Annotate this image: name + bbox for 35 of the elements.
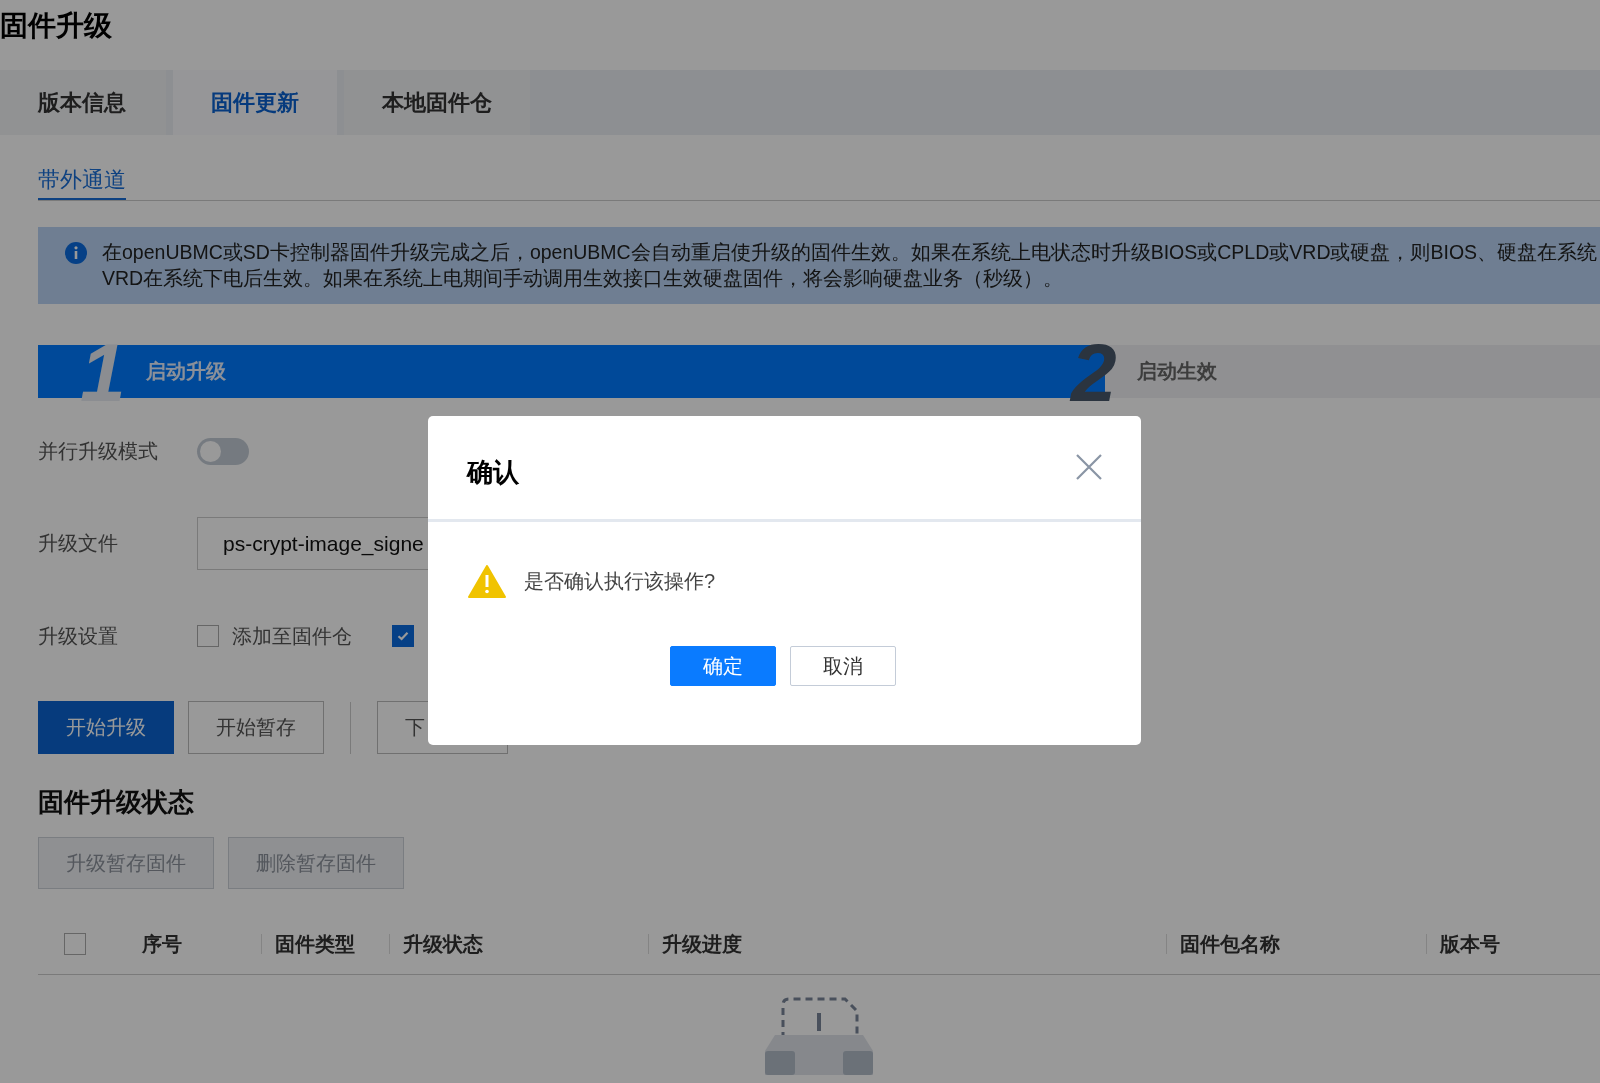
start-upgrade-button[interactable]: 开始升级 bbox=[38, 701, 174, 754]
notice-text: 在openUBMC或SD卡控制器固件升级完成之后，openUBMC会自动重启使升级的固件生效。如果在系统上电状态时升级BIOS或CPLD或VRD或硬盘，则BIOS、硬盘在系统 bbox=[102, 240, 1598, 265]
cancel-button[interactable]: 取消 bbox=[789, 646, 896, 686]
check-icon bbox=[396, 629, 410, 643]
select-all-checkbox[interactable] bbox=[64, 933, 86, 955]
sub-tab[interactable]: 带外通道 bbox=[38, 165, 126, 200]
tab[interactable]: 本地固件仓 bbox=[344, 70, 530, 135]
field-label: 升级设置 bbox=[38, 623, 119, 649]
step-label: 启动生效 bbox=[1136, 359, 1217, 384]
confirm-button[interactable]: 确定 bbox=[669, 646, 776, 686]
column-header: 固件包名称 bbox=[1166, 934, 1426, 954]
dialog-message: 是否确认执行该操作? bbox=[524, 569, 716, 594]
toggle-switch[interactable] bbox=[197, 437, 249, 465]
notice-text: VRD在系统下电后生效。如果在系统上电期间手动调用生效接口生效硬盘固件，将会影响硬盘业务（秒级）。 bbox=[102, 266, 1065, 291]
field-label: 并行升级模式 bbox=[38, 438, 159, 464]
column-header: 版本号 bbox=[1426, 934, 1600, 954]
column-header: 升级状态 bbox=[389, 934, 648, 954]
page-title: 固件升级 bbox=[0, 9, 113, 43]
tab[interactable]: 版本信息 bbox=[0, 70, 166, 135]
step-number: 1 bbox=[80, 340, 126, 406]
step-label: 启动升级 bbox=[145, 359, 226, 384]
tab[interactable]: 固件更新 bbox=[173, 70, 337, 135]
column-header: 序号 bbox=[141, 934, 183, 954]
checkbox-label: 添加至固件仓 bbox=[232, 623, 352, 649]
close-icon[interactable] bbox=[1076, 453, 1102, 480]
dialog-title: 确认 bbox=[467, 456, 519, 489]
column-header: 固件类型 bbox=[261, 934, 389, 954]
field-label: 升级文件 bbox=[38, 531, 119, 556]
column-header: 升级进度 bbox=[648, 934, 1166, 954]
warning-icon bbox=[468, 565, 506, 598]
action-button[interactable]: 开始暂存 bbox=[188, 701, 324, 754]
info-icon bbox=[64, 241, 88, 265]
checkbox[interactable] bbox=[197, 625, 219, 647]
checkbox[interactable] bbox=[392, 625, 414, 647]
section-title: 固件升级状态 bbox=[38, 786, 195, 818]
